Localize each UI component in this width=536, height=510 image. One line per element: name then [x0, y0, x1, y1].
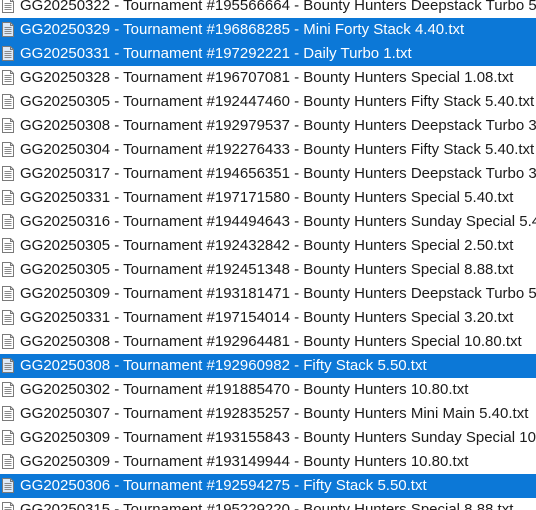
- text-document-icon: [2, 334, 14, 349]
- file-list-item[interactable]: GG20250308 - Tournament #192979537 - Bou…: [0, 114, 536, 138]
- text-document-icon: [2, 430, 14, 445]
- file-list-item[interactable]: GG20250304 - Tournament #192276433 - Bou…: [0, 138, 536, 162]
- file-list-item[interactable]: GG20250308 - Tournament #192964481 - Bou…: [0, 330, 536, 354]
- file-name: GG20250315 - Tournament #195229220 - Bou…: [20, 501, 514, 510]
- file-list-item[interactable]: GG20250305 - Tournament #192451348 - Bou…: [0, 258, 536, 282]
- text-document-icon: [2, 382, 14, 397]
- file-list-item-selected[interactable]: GG20250308 - Tournament #192960982 - Fif…: [0, 354, 536, 378]
- file-list-item[interactable]: GG20250316 - Tournament #194494643 - Bou…: [0, 210, 536, 234]
- file-list-item[interactable]: GG20250309 - Tournament #193149944 - Bou…: [0, 450, 536, 474]
- file-list-item[interactable]: GG20250317 - Tournament #194656351 - Bou…: [0, 162, 536, 186]
- text-document-icon: [2, 358, 14, 373]
- file-name: GG20250322 - Tournament #195566664 - Bou…: [20, 0, 536, 14]
- file-list-item[interactable]: GG20250331 - Tournament #197171580 - Bou…: [0, 186, 536, 210]
- text-document-icon: [2, 478, 14, 493]
- file-name: GG20250308 - Tournament #192960982 - Fif…: [20, 357, 427, 374]
- file-name: GG20250309 - Tournament #193181471 - Bou…: [20, 285, 536, 302]
- file-name: GG20250309 - Tournament #193155843 - Bou…: [20, 429, 536, 446]
- file-list-item-selected[interactable]: GG20250329 - Tournament #196868285 - Min…: [0, 18, 536, 42]
- file-list-item[interactable]: GG20250315 - Tournament #195229220 - Bou…: [0, 498, 536, 510]
- file-name: GG20250308 - Tournament #192979537 - Bou…: [20, 117, 536, 134]
- text-document-icon: [2, 142, 14, 157]
- text-document-icon: [2, 406, 14, 421]
- file-name: GG20250306 - Tournament #192594275 - Fif…: [20, 477, 427, 494]
- file-name: GG20250305 - Tournament #192432842 - Bou…: [20, 237, 514, 254]
- file-list-item[interactable]: GG20250302 - Tournament #191885470 - Bou…: [0, 378, 536, 402]
- text-document-icon: [2, 454, 14, 469]
- file-list-item[interactable]: GG20250305 - Tournament #192447460 - Bou…: [0, 90, 536, 114]
- text-document-icon: [2, 190, 14, 205]
- text-document-icon: [2, 118, 14, 133]
- file-list[interactable]: GG20250322 - Tournament #195566664 - Bou…: [0, 0, 536, 510]
- file-name: GG20250307 - Tournament #192835257 - Bou…: [20, 405, 529, 422]
- file-name: GG20250309 - Tournament #193149944 - Bou…: [20, 453, 469, 470]
- file-list-item[interactable]: GG20250307 - Tournament #192835257 - Bou…: [0, 402, 536, 426]
- file-list-item[interactable]: GG20250322 - Tournament #195566664 - Bou…: [0, 0, 536, 18]
- file-name: GG20250316 - Tournament #194494643 - Bou…: [20, 213, 536, 230]
- file-name: GG20250305 - Tournament #192451348 - Bou…: [20, 261, 514, 278]
- text-document-icon: [2, 310, 14, 325]
- text-document-icon: [2, 0, 14, 13]
- file-name: GG20250331 - Tournament #197171580 - Bou…: [20, 189, 514, 206]
- file-name: GG20250308 - Tournament #192964481 - Bou…: [20, 333, 522, 350]
- file-list-item-selected[interactable]: GG20250331 - Tournament #197292221 - Dai…: [0, 42, 536, 66]
- file-name: GG20250329 - Tournament #196868285 - Min…: [20, 21, 465, 38]
- text-document-icon: [2, 262, 14, 277]
- file-list-item[interactable]: GG20250328 - Tournament #196707081 - Bou…: [0, 66, 536, 90]
- file-name: GG20250302 - Tournament #191885470 - Bou…: [20, 381, 469, 398]
- file-list-item[interactable]: GG20250309 - Tournament #193155843 - Bou…: [0, 426, 536, 450]
- text-document-icon: [2, 70, 14, 85]
- file-list-item[interactable]: GG20250305 - Tournament #192432842 - Bou…: [0, 234, 536, 258]
- file-list-item[interactable]: GG20250331 - Tournament #197154014 - Bou…: [0, 306, 536, 330]
- file-name: GG20250328 - Tournament #196707081 - Bou…: [20, 69, 514, 86]
- text-document-icon: [2, 502, 14, 510]
- file-list-item-selected[interactable]: GG20250306 - Tournament #192594275 - Fif…: [0, 474, 536, 498]
- file-name: GG20250305 - Tournament #192447460 - Bou…: [20, 93, 535, 110]
- text-document-icon: [2, 46, 14, 61]
- text-document-icon: [2, 238, 14, 253]
- file-name: GG20250317 - Tournament #194656351 - Bou…: [20, 165, 536, 182]
- text-document-icon: [2, 94, 14, 109]
- text-document-icon: [2, 286, 14, 301]
- text-document-icon: [2, 166, 14, 181]
- file-list-item[interactable]: GG20250309 - Tournament #193181471 - Bou…: [0, 282, 536, 306]
- text-document-icon: [2, 22, 14, 37]
- file-name: GG20250304 - Tournament #192276433 - Bou…: [20, 141, 535, 158]
- file-name: GG20250331 - Tournament #197292221 - Dai…: [20, 45, 412, 62]
- text-document-icon: [2, 214, 14, 229]
- file-name: GG20250331 - Tournament #197154014 - Bou…: [20, 309, 514, 326]
